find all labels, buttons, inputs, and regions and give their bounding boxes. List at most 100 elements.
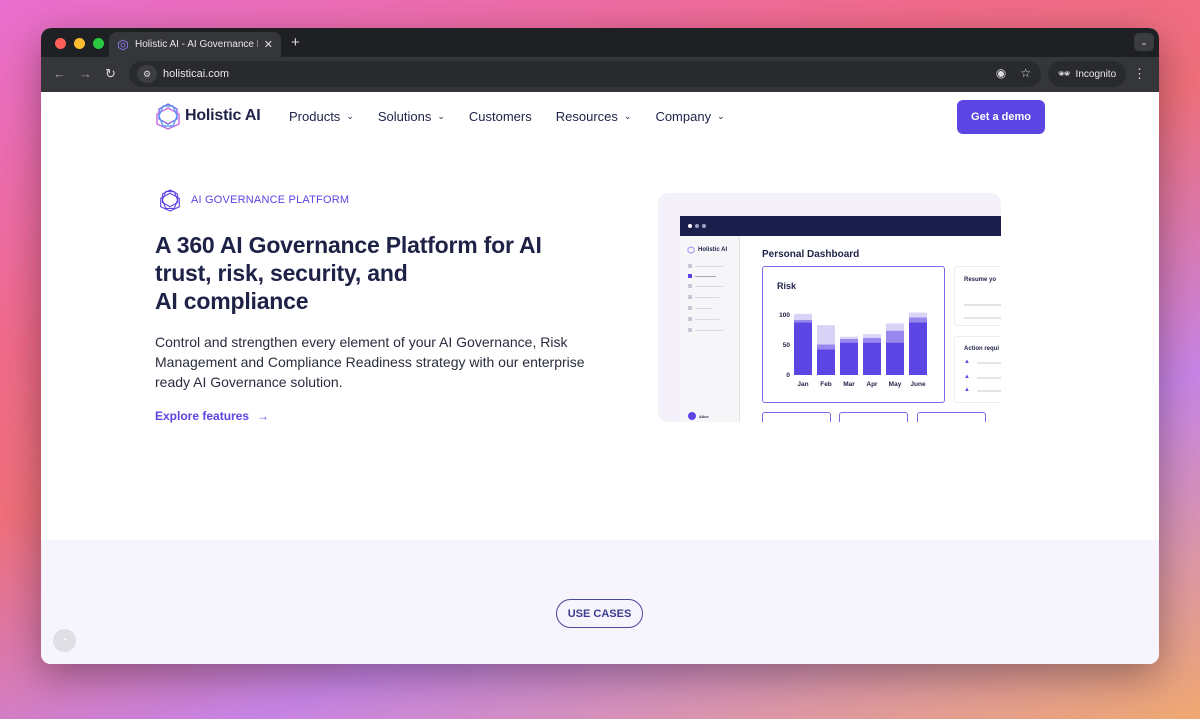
bar-segment: [863, 337, 881, 343]
x-tick-label: May: [889, 381, 902, 388]
chevron-down-icon: ⌄: [623, 111, 632, 121]
site-settings-icon[interactable]: ⚙: [137, 65, 157, 83]
menu-label: Company: [655, 109, 712, 124]
sidebar-item: ————————: [688, 264, 723, 268]
y-tick-label: 0: [786, 372, 790, 379]
bar-segment: [909, 322, 927, 375]
dashboard-mockup: Holistic AI ———————— —————— ———————— ———…: [680, 216, 1001, 422]
risk-bar-chart: 0 50 100 Jan Feb Mar Apr May June: [779, 312, 927, 388]
bar-segment: [886, 330, 904, 343]
minimize-window-button[interactable]: [74, 38, 85, 49]
cookie-settings-icon[interactable]: ◔: [53, 629, 76, 652]
hero-eyebrow: AI GOVERNANCE PLATFORM: [159, 188, 349, 212]
url-text[interactable]: holisticai.com: [163, 68, 229, 80]
bar-segment: [817, 349, 835, 375]
chevron-down-icon: ⌄: [717, 111, 725, 121]
chevron-down-icon: ⌄: [346, 111, 354, 121]
explore-label: Explore features: [155, 409, 250, 423]
bar-segment: [863, 342, 881, 375]
hero-lead: Control and strengthen every element of …: [155, 334, 585, 390]
menu-item-customers[interactable]: Customers: [469, 109, 532, 124]
sidebar-item: ————————: [688, 328, 723, 332]
bar-segment: [863, 334, 881, 338]
more-menu-icon[interactable]: ⋮: [1133, 66, 1146, 82]
logo-text: Holistic AI: [185, 107, 261, 124]
warning-icon: ▲: [964, 359, 970, 365]
warning-icon: ▲: [964, 374, 970, 380]
explore-features-link[interactable]: Explore features →: [155, 409, 269, 423]
use-cases-pill[interactable]: USE CASES: [556, 599, 643, 628]
holistic-logo-icon: [156, 103, 180, 130]
x-tick-label: Feb: [820, 381, 832, 388]
tab-title: Holistic AI - AI Governance Pl: [135, 39, 258, 50]
tab-strip: Holistic AI - AI Governance Pl ✕ + ⌄: [41, 28, 1159, 57]
bar-segment: [840, 336, 858, 339]
menu-item-solutions[interactable]: Solutions ⌄: [378, 109, 445, 124]
get-demo-button[interactable]: Get a demo: [957, 100, 1045, 134]
dashboard-logo-text: Holistic AI: [698, 247, 728, 253]
chevron-down-icon: ⌄: [437, 111, 445, 121]
close-tab-icon[interactable]: ✕: [264, 38, 273, 51]
bar-segment: [909, 317, 927, 323]
dashboard-titlebar: [680, 216, 1001, 236]
bar-segment: [840, 342, 858, 375]
incognito-icon: 🕶: [1057, 68, 1071, 80]
menu-label: Products: [289, 109, 341, 124]
browser-window: Holistic AI - AI Governance Pl ✕ + ⌄ ← →…: [41, 28, 1159, 664]
x-tick-label: Jan: [797, 381, 808, 388]
back-icon[interactable]: ←: [53, 66, 66, 81]
x-tick-label: Mar: [843, 381, 855, 388]
dashboard-title: Personal Dashboard: [762, 249, 860, 260]
bar-segment: [794, 322, 812, 375]
user-name: Alice: [699, 413, 709, 419]
bar-segment: [886, 342, 904, 375]
reload-icon[interactable]: ↻: [105, 66, 116, 82]
governance-icon: [160, 189, 180, 212]
warning-icon: ▲: [964, 387, 970, 393]
dashboard-preview: Holistic AI ———————— —————— ———————— ———…: [658, 193, 1001, 422]
headline-line: AI compliance: [155, 288, 309, 314]
tab-search-button[interactable]: ⌄: [1134, 33, 1154, 51]
eye-off-icon[interactable]: ◉: [996, 66, 1006, 80]
window-controls: [55, 38, 104, 49]
menu-item-company[interactable]: Company ⌄: [655, 109, 724, 124]
risk-chart-card: Risk 0 50 100 Jan Feb Mar Apr May June: [762, 266, 945, 403]
site-header: Holistic AI Products ⌄ Solutions ⌄ Custo…: [41, 92, 1159, 140]
chevron-down-icon: ⌄: [1140, 36, 1148, 47]
menu-item-resources[interactable]: Resources ⌄: [556, 109, 632, 124]
bar-segment: [840, 339, 858, 343]
action-required-card: Action requi ▲ ▲ ▲: [954, 336, 1001, 403]
new-tab-button[interactable]: +: [291, 34, 300, 51]
dashboard-tile: [839, 412, 908, 422]
use-cases-section: USE CASES ◔: [41, 540, 1159, 664]
dashboard-sidebar: Holistic AI ———————— —————— ———————— ———…: [680, 236, 740, 422]
incognito-badge[interactable]: 🕶 Incognito: [1048, 61, 1126, 87]
bar-segment: [817, 325, 835, 345]
action-card-title: Action requi: [964, 346, 1000, 352]
incognito-label: Incognito: [1075, 68, 1117, 80]
browser-tab[interactable]: Holistic AI - AI Governance Pl ✕: [109, 32, 281, 57]
menu-item-products[interactable]: Products ⌄: [289, 109, 354, 124]
y-tick-label: 50: [783, 342, 791, 349]
star-icon[interactable]: ☆: [1020, 66, 1031, 80]
avatar: [688, 412, 696, 420]
zoom-window-button[interactable]: [93, 38, 104, 49]
x-tick-label: June: [910, 381, 926, 388]
address-bar[interactable]: ⚙ holisticai.com ◉ ☆: [129, 61, 1041, 87]
dashboard-user: Alice: [688, 412, 709, 420]
bar-segment: [817, 344, 835, 350]
site-logo[interactable]: Holistic AI: [155, 102, 261, 130]
sidebar-item: ———————: [688, 295, 720, 299]
bar-segment: [794, 319, 812, 323]
headline-line: A 360 AI Governance Platform for AI: [155, 232, 542, 258]
close-window-button[interactable]: [55, 38, 66, 49]
menu-label: Customers: [468, 109, 532, 124]
y-tick-label: 100: [779, 312, 790, 319]
bar-segment: [909, 312, 927, 318]
forward-icon[interactable]: →: [79, 66, 92, 81]
bar-segment: [886, 323, 904, 331]
dashboard-tile: [917, 412, 986, 422]
x-tick-label: Apr: [866, 381, 878, 388]
browser-toolbar: ← → ↻ ⚙ holisticai.com ◉ ☆ 🕶 Incognito ⋮: [41, 57, 1159, 92]
bar-segment: [794, 313, 812, 320]
